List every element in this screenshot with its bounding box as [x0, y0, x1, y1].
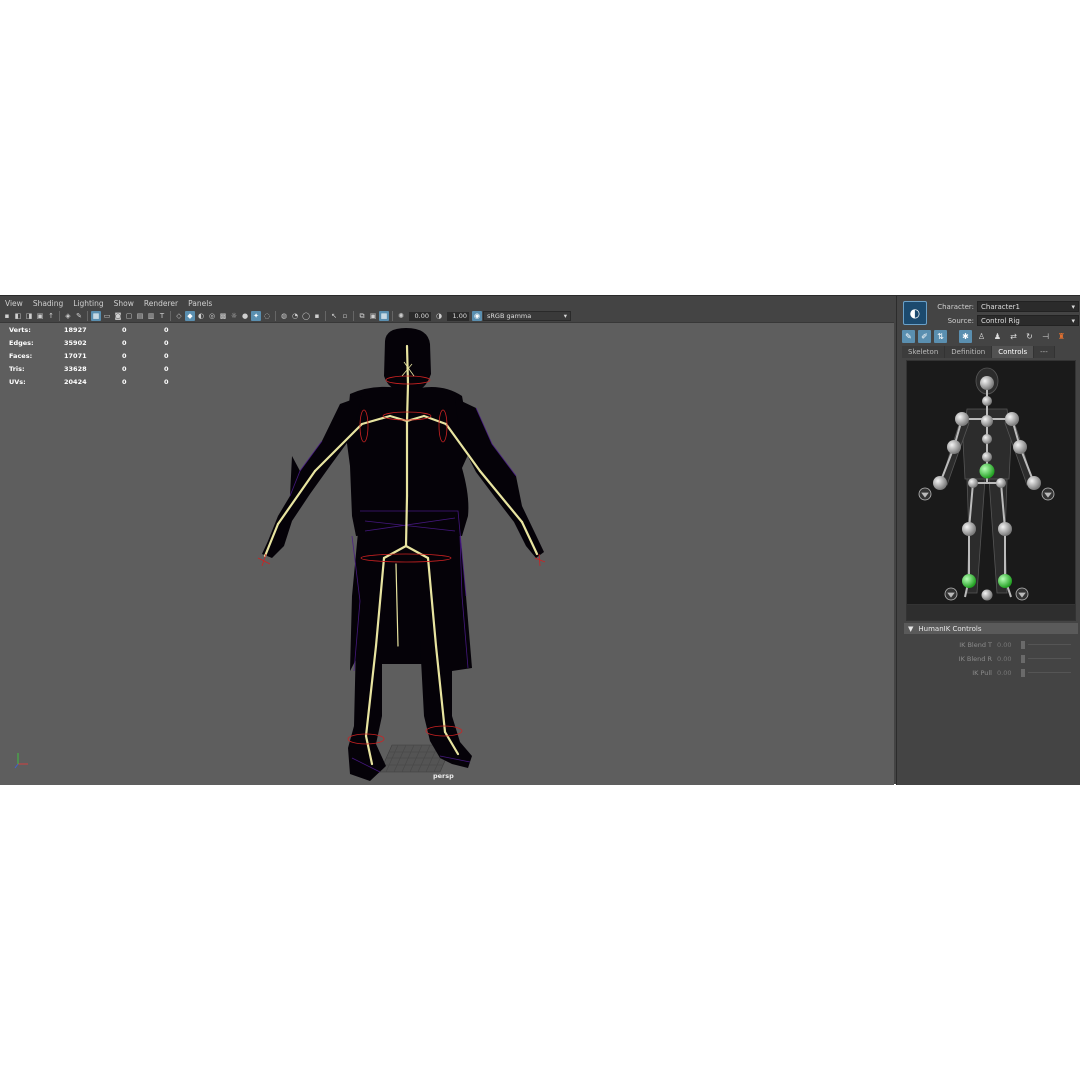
camera-name-label: persp [433, 772, 454, 780]
caret-down-icon: ▼ [908, 624, 914, 633]
maya-window: View Shading Lighting Show Renderer Pane… [0, 295, 1080, 785]
mirror-icon[interactable]: ↻ [1023, 330, 1036, 343]
character-mesh [262, 328, 544, 781]
attr-slider-track[interactable] [1028, 644, 1071, 645]
humanik-panel: ◐ Character: Character1 ▾ Source: Contro… [896, 296, 1080, 785]
attr-slider-handle[interactable] [1021, 668, 1025, 677]
reset-icon[interactable]: ⊣ [1039, 330, 1052, 343]
attr-value[interactable]: 0.00 [997, 641, 1019, 649]
character-dropdown[interactable]: Character1 ▾ [977, 301, 1079, 312]
humanik-controls-section-header[interactable]: ▼ HumanIK Controls [904, 623, 1078, 634]
figure-options-icon[interactable]: ♜ [1055, 330, 1068, 343]
edit-controls-icon[interactable]: ✐ [918, 329, 931, 343]
attr-ik-blend-r: IK Blend R 0.00 [905, 653, 1077, 664]
body-part-icon[interactable]: ♙ [975, 330, 988, 343]
source-dropdown[interactable]: Control Rig ▾ [977, 315, 1079, 326]
humanik-toolbar: ✎ ✐ ⇅ ✱ ♙ ♟ ⇄ ↻ ⊣ ♜ [902, 329, 1078, 343]
stance-icon[interactable]: ⇅ [934, 329, 947, 343]
figure-footer [906, 605, 1076, 621]
section-title: HumanIK Controls [918, 624, 982, 633]
selection-icon[interactable]: ♟ [991, 330, 1004, 343]
chevron-down-icon: ▾ [1071, 316, 1075, 325]
attr-slider-handle[interactable] [1021, 654, 1025, 663]
full-body-icon[interactable]: ✱ [959, 329, 972, 343]
attr-slider-track[interactable] [1028, 672, 1071, 673]
control-figure-graphic[interactable] [907, 361, 1076, 605]
source-row: Source: Control Rig ▾ [933, 315, 1079, 326]
view-axis-indicator [14, 753, 28, 769]
chevron-down-icon: ▾ [1071, 302, 1075, 311]
edit-skeleton-icon[interactable]: ✎ [902, 329, 915, 343]
character-model[interactable] [0, 296, 894, 785]
pinning-icon[interactable]: ⇄ [1007, 330, 1020, 343]
attr-label: IK Pull [972, 668, 992, 677]
figure-expand-toggles[interactable] [918, 487, 1055, 601]
perspective-viewport[interactable]: View Shading Lighting Show Renderer Pane… [0, 296, 894, 785]
attr-label: IK Blend R [958, 654, 992, 663]
attr-slider-handle[interactable] [1021, 640, 1025, 649]
humanik-logo-icon[interactable]: ◐ [903, 301, 927, 325]
attr-value[interactable]: 0.00 [997, 655, 1019, 663]
humanik-control-figure[interactable] [906, 360, 1076, 605]
attr-label: IK Blend T [959, 640, 992, 649]
source-label: Source: [947, 316, 974, 325]
character-value: Character1 [981, 302, 1021, 311]
tab-definition[interactable]: Definition [945, 346, 993, 358]
tab-more[interactable]: --- [1034, 346, 1055, 358]
character-label: Character: [937, 302, 974, 311]
source-value: Control Rig [981, 316, 1020, 325]
humanik-tabs: Skeleton Definition Controls --- [902, 346, 1078, 358]
tab-controls[interactable]: Controls [992, 346, 1035, 358]
attr-ik-blend-t: IK Blend T 0.00 [905, 639, 1077, 650]
attr-ik-pull: IK Pull 0.00 [905, 667, 1077, 678]
attr-slider-track[interactable] [1028, 658, 1071, 659]
character-row: Character: Character1 ▾ [933, 301, 1079, 312]
attr-value[interactable]: 0.00 [997, 669, 1019, 677]
tab-skeleton[interactable]: Skeleton [902, 346, 946, 358]
